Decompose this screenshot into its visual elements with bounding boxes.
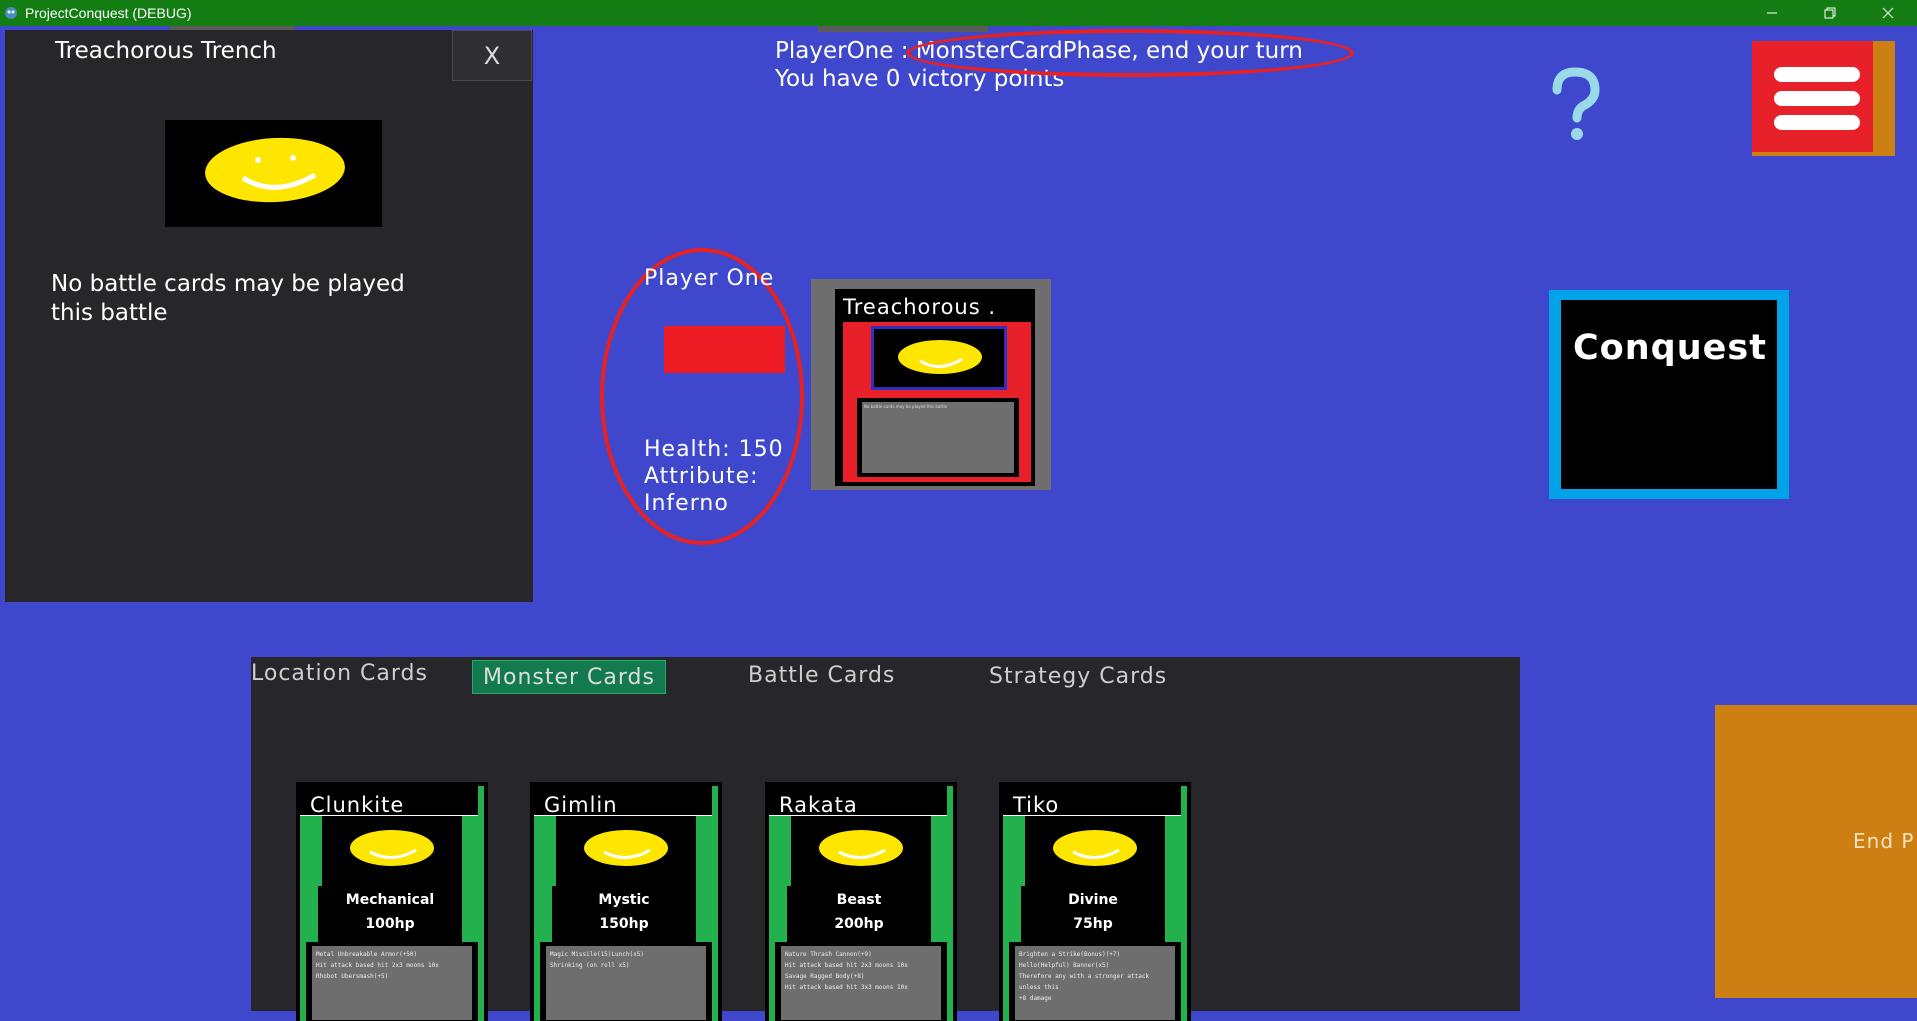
monster-card[interactable]: Tiko Divine 75hp Brighten a Strike(Bonus)(+… bbox=[999, 782, 1191, 1021]
tab-location-cards[interactable]: Location Cards bbox=[251, 657, 428, 691]
monster-card-hp: 150hp bbox=[599, 916, 649, 932]
conquest-label: Conquest bbox=[1573, 328, 1767, 368]
player-attribute-label: Attribute: bbox=[644, 464, 759, 489]
monster-card-text-line: Hit attack based hit 2x3 moons 10x bbox=[316, 962, 439, 969]
monster-card-hp: 75hp bbox=[1073, 916, 1113, 932]
location-card-text: No battle cards may be played this battl… bbox=[862, 402, 1014, 473]
annotation-circle bbox=[906, 29, 1354, 77]
monster-card-name: Gimlin bbox=[544, 793, 618, 817]
monster-card-name: Tiko bbox=[1013, 793, 1060, 817]
close-window-button[interactable] bbox=[1859, 0, 1917, 26]
window-titlebar: ProjectConquest (DEBUG) bbox=[0, 0, 1917, 26]
player-attribute-value: Inferno bbox=[644, 491, 729, 516]
tab-monster-cards[interactable]: Monster Cards bbox=[472, 660, 666, 694]
smiley-icon bbox=[819, 830, 903, 866]
monster-card[interactable]: Clunkite Mechanical 100hp Metal Unbreakable… bbox=[296, 782, 488, 1021]
player-stats: Health: 150 Attribute: Inferno bbox=[644, 436, 784, 517]
monster-card-text: Metal Unbreakable Armor(+50) Hit attack b… bbox=[312, 946, 472, 1020]
card-detail-panel: Treachorous Trench X No battle cards may… bbox=[5, 30, 533, 602]
monster-card-text-line: Nature Thrash Cannon(+9) bbox=[785, 951, 872, 958]
smiley-icon bbox=[898, 340, 982, 374]
monster-card-image bbox=[322, 816, 462, 886]
tab-strategy-cards[interactable]: Strategy Cards bbox=[989, 660, 1167, 694]
godot-icon bbox=[3, 5, 19, 21]
monster-card-text-line: Magic Missile(15)Lunch(x5) bbox=[550, 951, 644, 958]
monster-card-image bbox=[1025, 816, 1165, 886]
question-mark-icon[interactable] bbox=[1545, 66, 1605, 146]
monster-card[interactable]: Rakata Beast 200hp Nature Thrash Cannon(+9)… bbox=[765, 782, 957, 1021]
monster-card-text-line: Hit attack based hit 2x3 moons 10x bbox=[785, 962, 908, 969]
monster-card-text: Brighten a Strike(Bonus)(+7) Hello(Helpfu… bbox=[1015, 946, 1175, 1020]
minimize-icon bbox=[1767, 12, 1777, 14]
detail-close-button[interactable]: X bbox=[452, 30, 532, 81]
monster-card-image bbox=[791, 816, 931, 886]
location-card-name: Treachorous . bbox=[843, 295, 997, 319]
minimize-button[interactable] bbox=[1743, 0, 1801, 26]
smiley-icon bbox=[205, 137, 345, 203]
restore-icon bbox=[1824, 7, 1836, 19]
monster-card-attribute: Beast bbox=[836, 892, 882, 908]
location-card-in-play[interactable]: Treachorous . No battle cards may be pla… bbox=[811, 279, 1051, 490]
player-color-swatch bbox=[664, 326, 785, 373]
monster-card-image bbox=[556, 816, 696, 886]
monster-card-text-line: Rhobot Ubersmash(+5) bbox=[316, 973, 389, 980]
window-title: ProjectConquest (DEBUG) bbox=[25, 5, 192, 21]
monster-card-hp: 100hp bbox=[365, 916, 415, 932]
smiley-icon bbox=[584, 830, 668, 866]
monster-card-text-line: Hit attack based hit 3x3 moons 10x bbox=[785, 984, 908, 991]
detail-title: Treachorous Trench bbox=[55, 38, 277, 64]
monster-card-text-line: Hello(Helpful) Banner(x5) bbox=[1019, 962, 1110, 969]
player-health: Health: 150 bbox=[644, 437, 784, 462]
detail-description: No battle cards may be played this battl… bbox=[51, 271, 405, 326]
monster-card-text: Magic Missile(15)Lunch(x5) Shrinking (on … bbox=[546, 946, 706, 1020]
monster-card-attribute: Mechanical bbox=[345, 892, 435, 908]
monster-card-name: Rakata bbox=[779, 793, 858, 817]
monster-card-name: Clunkite bbox=[310, 793, 405, 817]
conquest-button[interactable]: Conquest bbox=[1549, 290, 1789, 499]
monster-card-hp: 200hp bbox=[834, 916, 884, 932]
smiley-icon bbox=[1053, 830, 1137, 866]
location-card-image bbox=[871, 326, 1007, 390]
monster-card-text-line: +8 damage bbox=[1019, 995, 1052, 1002]
hamburger-menu-icon[interactable] bbox=[1752, 41, 1895, 156]
monster-card-text-line: Shrinking (on roll x5) bbox=[550, 962, 630, 969]
tab-battle-cards[interactable]: Battle Cards bbox=[748, 659, 895, 693]
monster-card-text-line: Savage Ragged Body(+8) bbox=[785, 973, 865, 980]
monster-card-attribute: Divine bbox=[1068, 892, 1118, 908]
monster-card-text: Nature Thrash Cannon(+9) Hit attack based… bbox=[781, 946, 941, 1020]
game-area: Treachorous Trench X No battle cards may… bbox=[0, 26, 1917, 1021]
restore-button[interactable] bbox=[1801, 0, 1859, 26]
end-phase-button[interactable]: End P bbox=[1715, 705, 1917, 998]
monster-card-text-line: Metal Unbreakable Armor(+50) bbox=[316, 951, 418, 958]
smiley-icon bbox=[350, 830, 434, 866]
monster-card-text-line: Therefore any with a stronger attack unl… bbox=[1019, 973, 1150, 991]
player-name: Player One bbox=[644, 266, 775, 291]
monster-card[interactable]: Gimlin Mystic 150hp Magic Missile(15)Lunch(… bbox=[530, 782, 722, 1021]
detail-card-image bbox=[165, 120, 382, 227]
monster-card-attribute: Mystic bbox=[598, 892, 650, 908]
close-icon bbox=[1882, 7, 1894, 19]
end-phase-label: End P bbox=[1853, 829, 1915, 853]
monster-card-text-line: Brighten a Strike(Bonus)(+7) bbox=[1019, 951, 1121, 958]
decorative-strip bbox=[818, 26, 988, 32]
